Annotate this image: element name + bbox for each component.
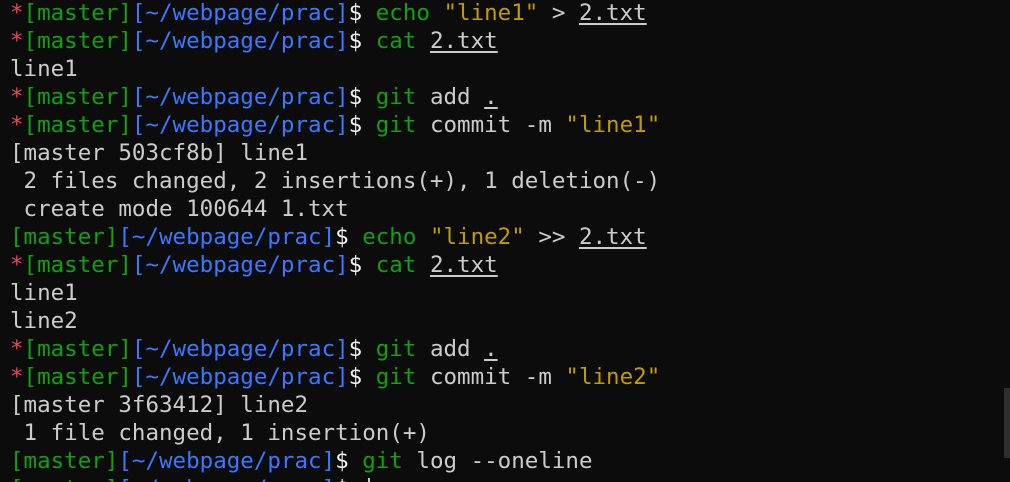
output-line: create mode 100644 1.txt: [10, 195, 1000, 223]
dirty-marker: *: [10, 28, 24, 54]
prompt-symbol: $: [348, 336, 363, 362]
command-line: *[master][~/webpage/prac]$ git add .: [10, 83, 1000, 111]
prompt-symbol: $: [348, 364, 363, 390]
command-token: git: [375, 84, 430, 110]
command-token: "line1": [443, 0, 539, 26]
command-token: >>: [524, 224, 579, 250]
command-line: [master][~/webpage/prac]$: [10, 475, 1000, 482]
prompt-path: [~/webpage/prac]: [131, 252, 349, 278]
command-token: "line2": [429, 224, 525, 250]
output-text: line1: [10, 280, 78, 306]
command-token: >: [538, 0, 579, 26]
prompt-symbol: $: [335, 476, 349, 482]
command-line: [master][~/webpage/prac]$ git log --onel…: [10, 447, 1000, 475]
command-line: *[master][~/webpage/prac]$ git commit -m…: [10, 363, 1000, 391]
prompt-path: [~/webpage/prac]: [118, 476, 335, 482]
prompt-path: [~/webpage/prac]: [131, 0, 349, 26]
command-token: 2.txt: [429, 28, 498, 54]
prompt-branch: [master]: [10, 224, 119, 250]
command-token: .: [484, 84, 498, 110]
command-token: cat: [375, 252, 430, 278]
command-token: add: [429, 336, 485, 362]
terminal-output[interactable]: *[master][~/webpage/prac]$ echo "line1" …: [10, 0, 1000, 482]
dirty-marker: *: [10, 84, 24, 110]
output-text: create mode 100644 1.txt: [10, 196, 349, 222]
command-token: log --oneline: [416, 448, 593, 474]
output-line: [master 3f63412] line2: [10, 391, 1000, 419]
prompt-branch: [master]: [23, 336, 132, 362]
command-token: git: [362, 448, 417, 474]
dirty-marker: *: [10, 0, 24, 26]
command-token: add: [429, 84, 485, 110]
prompt-path: [~/webpage/prac]: [131, 28, 349, 54]
command-token: commit -m: [429, 112, 566, 138]
output-line: [master 503cf8b] line1: [10, 139, 1000, 167]
prompt-branch: [master]: [23, 364, 132, 390]
command-token: 2.txt: [578, 224, 647, 250]
prompt-symbol: $: [348, 0, 363, 26]
prompt-branch: [master]: [23, 252, 132, 278]
prompt-branch: [master]: [10, 476, 118, 482]
prompt-symbol: $: [348, 28, 363, 54]
dirty-marker: *: [10, 336, 24, 362]
command-line: *[master][~/webpage/prac]$ cat 2.txt: [10, 251, 1000, 279]
output-text: line1: [10, 56, 78, 82]
command-token: echo: [362, 224, 430, 250]
command-token: 2.txt: [578, 0, 647, 26]
dirty-marker: *: [10, 364, 24, 390]
output-line: 1 file changed, 1 insertion(+): [10, 419, 1000, 447]
output-line: 2 files changed, 2 insertions(+), 1 dele…: [10, 167, 1000, 195]
text-cursor: [368, 478, 371, 482]
output-line: line1: [10, 55, 1000, 83]
command-token: git: [375, 336, 430, 362]
output-text: line2: [10, 308, 78, 334]
prompt-branch: [master]: [23, 112, 132, 138]
output-text: [master 3f63412] line2: [10, 392, 309, 418]
scrollbar-thumb[interactable]: [1004, 388, 1010, 458]
command-token: .: [484, 336, 498, 362]
command-line: [master][~/webpage/prac]$ echo "line2" >…: [10, 223, 1000, 251]
command-token: echo: [375, 0, 444, 26]
output-line: line1: [10, 279, 1000, 307]
command-line: *[master][~/webpage/prac]$ git commit -m…: [10, 111, 1000, 139]
prompt-symbol: $: [348, 84, 363, 110]
command-line: *[master][~/webpage/prac]$ cat 2.txt: [10, 27, 1000, 55]
output-text: 1 file changed, 1 insertion(+): [10, 420, 430, 446]
output-line: line2: [10, 307, 1000, 335]
command-token: 2.txt: [429, 252, 498, 278]
prompt-path: [~/webpage/prac]: [131, 336, 349, 362]
prompt-path: [~/webpage/prac]: [131, 84, 349, 110]
command-token: "line1": [565, 112, 661, 138]
prompt-symbol: $: [348, 112, 363, 138]
prompt-branch: [master]: [23, 0, 132, 26]
output-text: [master 503cf8b] line1: [10, 140, 309, 166]
command-token: git: [375, 112, 430, 138]
command-token: commit -m: [429, 364, 566, 390]
command-line: *[master][~/webpage/prac]$ echo "line1" …: [10, 0, 1000, 27]
prompt-symbol: $: [335, 224, 349, 250]
command-line: *[master][~/webpage/prac]$ git add .: [10, 335, 1000, 363]
dirty-marker: *: [10, 252, 24, 278]
prompt-symbol: $: [335, 448, 349, 474]
prompt-path: [~/webpage/prac]: [118, 224, 336, 250]
prompt-path: [~/webpage/prac]: [118, 448, 336, 474]
prompt-branch: [master]: [23, 84, 132, 110]
prompt-path: [~/webpage/prac]: [131, 364, 349, 390]
command-token: "line2": [565, 364, 661, 390]
prompt-branch: [master]: [10, 448, 119, 474]
prompt-path: [~/webpage/prac]: [131, 112, 349, 138]
command-token: git: [375, 364, 430, 390]
prompt-branch: [master]: [23, 28, 132, 54]
output-text: 2 files changed, 2 insertions(+), 1 dele…: [10, 168, 661, 194]
dirty-marker: *: [10, 112, 24, 138]
prompt-symbol: $: [348, 252, 363, 278]
command-token: cat: [375, 28, 430, 54]
